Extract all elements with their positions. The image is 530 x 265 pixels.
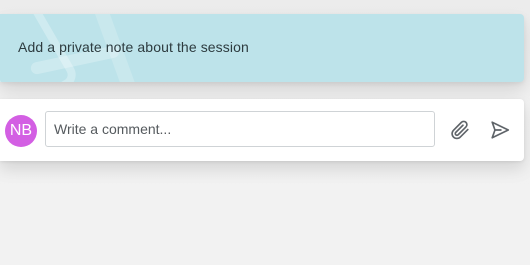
send-icon bbox=[491, 121, 510, 139]
page: Add a private note about the session NB bbox=[0, 0, 530, 265]
attach-button[interactable] bbox=[447, 117, 473, 143]
comment-input[interactable] bbox=[45, 111, 435, 147]
private-note-placeholder: Add a private note about the session bbox=[18, 39, 249, 55]
paperclip-icon bbox=[451, 120, 469, 140]
send-button[interactable] bbox=[487, 117, 513, 143]
comment-composer: NB bbox=[0, 99, 524, 161]
private-note-card[interactable]: Add a private note about the session bbox=[0, 14, 524, 82]
avatar: NB bbox=[5, 115, 37, 147]
